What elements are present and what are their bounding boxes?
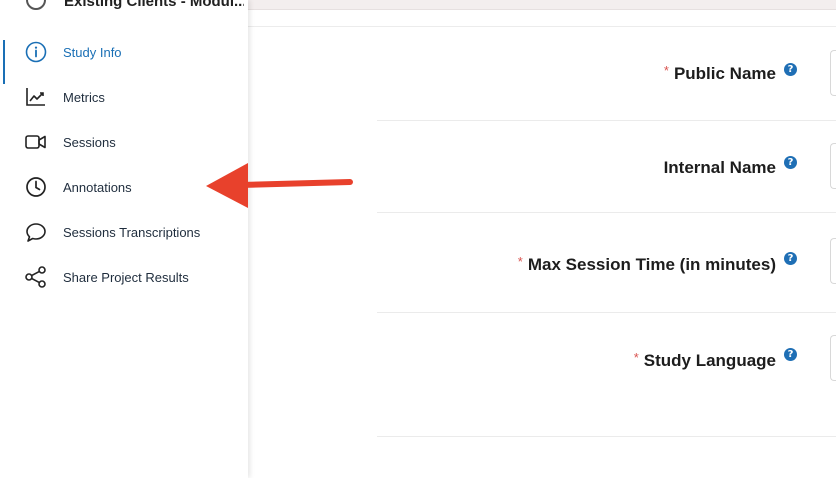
speech-bubble-icon [24, 220, 48, 244]
row-divider [377, 436, 836, 437]
info-circle-icon [24, 40, 48, 64]
public-name-input[interactable] [830, 50, 836, 96]
sidebar-item-label: Sessions [63, 134, 116, 150]
row-divider [377, 312, 836, 313]
max-session-time-label: * Max Session Time (in minutes) [517, 254, 776, 274]
max-session-time-input[interactable] [830, 238, 836, 284]
required-marker: * [663, 63, 669, 78]
project-icon [26, 0, 46, 10]
sidebar-header[interactable]: Existing Clients - Modul... [0, 0, 248, 14]
project-title: Existing Clients - Modul... [64, 0, 244, 10]
annotation-arrow-icon [206, 163, 353, 208]
row-divider [377, 120, 836, 121]
internal-name-label: Internal Name [663, 158, 776, 177]
required-marker: * [517, 254, 523, 269]
help-icon[interactable]: ? [784, 252, 797, 265]
sidebar-item-label: Metrics [63, 89, 105, 105]
sidebar-item-label: Sessions Transcriptions [63, 224, 201, 240]
study-language-select[interactable] [830, 335, 836, 381]
help-icon[interactable]: ? [784, 156, 797, 169]
study-language-label: * Study Language [633, 350, 776, 370]
sidebar-item-label: Share Project Results [63, 269, 189, 285]
sidebar: Existing Clients - Modul... Study Info M… [0, 0, 248, 478]
help-icon[interactable]: ? [784, 348, 797, 361]
required-marker: * [633, 350, 639, 365]
row-divider [377, 212, 836, 213]
public-name-label: * Public Name [663, 63, 776, 83]
sidebar-item-metrics[interactable]: Metrics [0, 77, 248, 117]
sidebar-item-sessions[interactable]: Sessions [0, 122, 248, 162]
content-top-border [248, 26, 836, 27]
chart-line-icon [24, 85, 48, 109]
clock-icon [24, 175, 48, 199]
share-icon [24, 265, 48, 289]
help-icon[interactable]: ? [784, 63, 797, 76]
sidebar-item-sessions-transcriptions[interactable]: Sessions Transcriptions [0, 212, 248, 252]
sidebar-item-label: Annotations [63, 179, 132, 195]
sidebar-item-share-project-results[interactable]: Share Project Results [0, 257, 248, 297]
sidebar-item-label: Study Info [63, 44, 122, 60]
internal-name-input[interactable] [830, 143, 836, 189]
video-camera-icon [24, 130, 48, 154]
sidebar-item-study-info[interactable]: Study Info [0, 32, 248, 84]
